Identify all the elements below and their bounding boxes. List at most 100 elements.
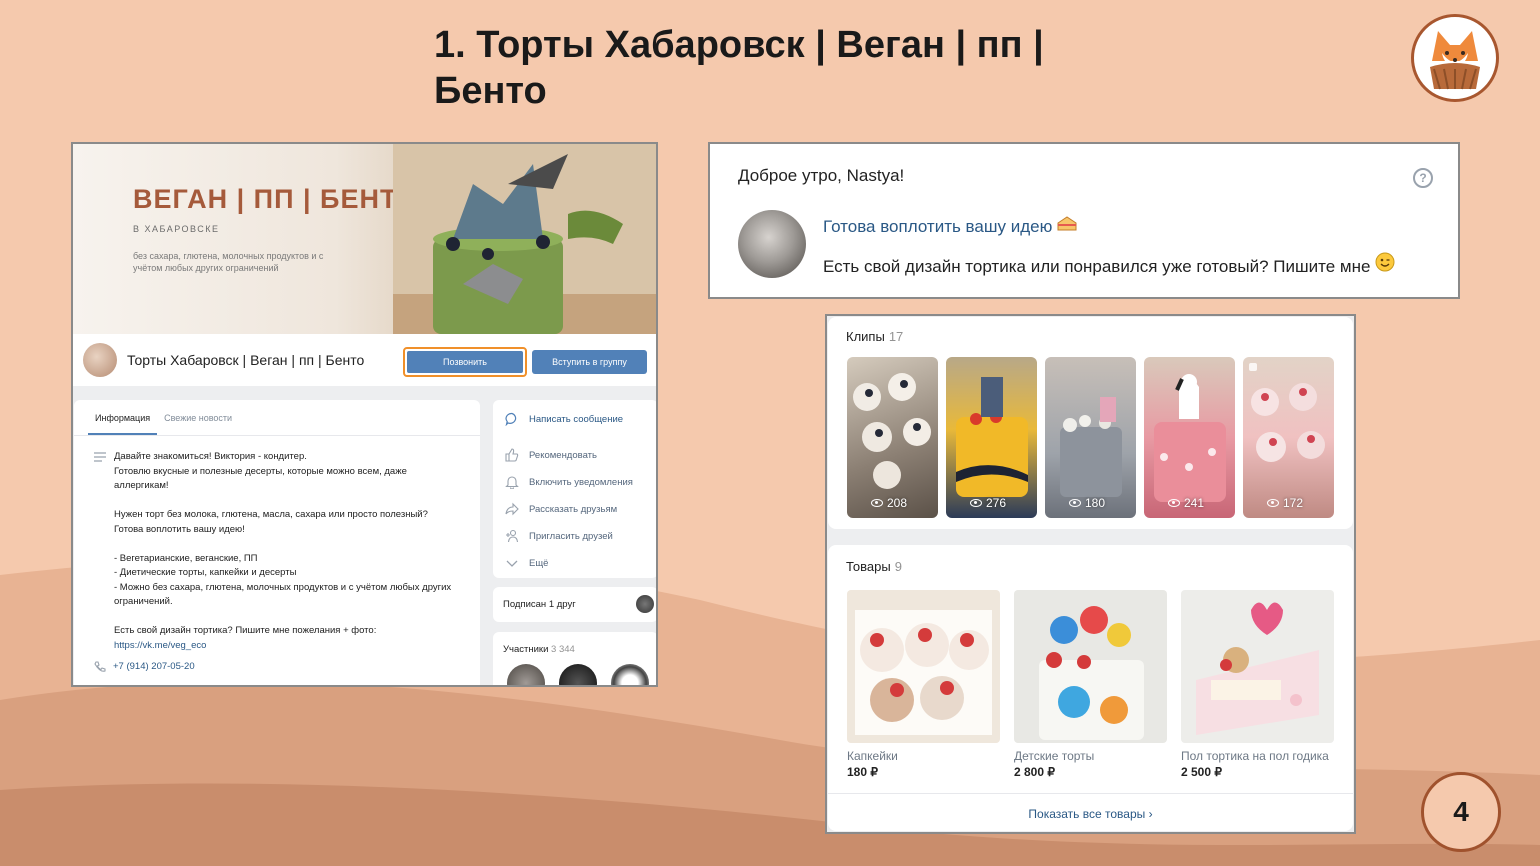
product-price: 2 800 ₽ — [1014, 765, 1055, 779]
send-message-label: Написать сообщение — [529, 413, 624, 425]
group-header: Торты Хабаровск | Веган | пп | Бенто Поз… — [73, 334, 656, 386]
members-card[interactable]: Участники 3 344 — [493, 632, 656, 685]
call-button-label: Позвонить — [407, 351, 523, 373]
thumbs-up-icon — [505, 448, 519, 462]
members-label: Участники — [503, 644, 549, 655]
goods-section: Товары 9 Капкейки 180 ₽ Детские торты 2 8… — [828, 545, 1353, 831]
product-image — [1014, 590, 1167, 743]
group-cover: ВЕГАН | ПП | БЕНТО В ХАБАРОВСКЕ без саха… — [73, 144, 656, 334]
slide-title: 1. Торты Хабаровск | Веган | пп | Бенто — [434, 24, 1044, 112]
more-action[interactable]: Ещё — [505, 556, 548, 570]
page-number: 4 — [1421, 772, 1501, 852]
post-title-text: Готова воплотить вашу идею — [823, 217, 1053, 236]
subscribed-text: Подписан 1 друг — [503, 599, 576, 610]
product-name: Детские торты — [1014, 749, 1095, 763]
vk-group-screenshot: ВЕГАН | ПП | БЕНТО В ХАБАРОВСКЕ без саха… — [71, 142, 658, 687]
clips-title[interactable]: Клипы 17 — [846, 329, 903, 344]
recommend-action[interactable]: Рекомендовать — [505, 448, 597, 462]
clip-item[interactable]: 241 — [1144, 357, 1235, 518]
more-label: Ещё — [529, 557, 549, 569]
clip-views: 180 — [1069, 496, 1105, 510]
send-message-action[interactable]: Написать сообщение — [505, 412, 623, 426]
tab-news[interactable]: Свежие новости — [157, 400, 239, 435]
product-price: 2 500 ₽ — [1181, 765, 1222, 779]
post-author-avatar[interactable] — [738, 210, 806, 278]
clips-title-text: Клипы — [846, 329, 885, 344]
cover-subtitle: В ХАБАРОВСКЕ — [133, 224, 220, 234]
share-icon — [505, 502, 519, 516]
fox-cupcake-logo — [1411, 14, 1499, 102]
clip-item[interactable]: 172 — [1243, 357, 1334, 518]
actions-card: Написать сообщение Рекомендовать Включит… — [493, 400, 656, 578]
eye-icon — [871, 499, 883, 507]
group-name[interactable]: Торты Хабаровск | Веган | пп | Бенто — [127, 352, 397, 368]
description-icon — [94, 452, 106, 462]
product-name: Пол тортика на пол годика — [1181, 749, 1329, 763]
clip-item[interactable]: 276 — [946, 357, 1037, 518]
share-label: Рассказать друзьям — [529, 503, 618, 515]
recommend-label: Рекомендовать — [529, 449, 597, 461]
help-icon[interactable]: ? — [1413, 168, 1433, 188]
clip-thumbnail — [956, 377, 1028, 497]
member-avatar[interactable] — [611, 664, 649, 685]
invite-label: Пригласить друзей — [529, 530, 613, 542]
post-body: Есть свой дизайн тортика или понравился … — [823, 257, 1371, 276]
tab-information[interactable]: Информация — [88, 400, 158, 435]
clip-thumbnail — [853, 373, 931, 489]
cover-description: без сахара, глютена, молочных продуктов … — [133, 251, 324, 273]
product-card[interactable]: Капкейки 180 ₽ — [847, 590, 1000, 779]
friend-avatar[interactable] — [636, 595, 654, 613]
description-link[interactable]: https://vk.me/veg_eco — [114, 640, 206, 651]
clip-item[interactable]: 180 — [1045, 357, 1136, 518]
call-button[interactable]: Позвонить — [403, 347, 527, 377]
wink-emoji-icon — [1375, 252, 1395, 272]
clip-views: 208 — [871, 496, 907, 510]
join-group-button[interactable]: Вступить в группу — [532, 350, 647, 374]
member-avatar[interactable] — [507, 664, 545, 685]
notifications-action[interactable]: Включить уведомления — [505, 475, 633, 489]
clip-thumbnail — [1154, 374, 1226, 502]
group-description: Давайте знакомиться! Виктория - кондитер… — [114, 450, 464, 653]
clip-thumbnail — [1249, 363, 1325, 462]
goods-title[interactable]: Товары 9 — [846, 559, 902, 574]
product-image — [1181, 590, 1334, 743]
cover-cake-image — [393, 144, 656, 334]
greeting-screenshot: Доброе утро, Nastya! ? Готова воплотить … — [708, 142, 1460, 299]
show-all-goods-link[interactable]: Показать все товары › — [828, 793, 1353, 821]
goods-count: 9 — [894, 559, 902, 574]
phone-icon — [94, 661, 106, 672]
product-price: 180 ₽ — [847, 765, 878, 779]
product-card[interactable]: Пол тортика на пол годика 2 500 ₽ — [1181, 590, 1334, 779]
info-card: Информация Свежие новости Давайте знаком… — [74, 400, 480, 685]
eye-icon — [1267, 499, 1279, 507]
add-user-icon — [506, 529, 519, 543]
message-icon — [505, 412, 517, 426]
cake-emoji-icon — [1057, 216, 1077, 231]
member-avatar[interactable] — [559, 664, 597, 685]
eye-icon — [1069, 499, 1081, 507]
clip-thumbnail — [1060, 397, 1122, 497]
clip-views: 276 — [970, 496, 1006, 510]
subscribed-friends[interactable]: Подписан 1 друг — [493, 587, 656, 622]
clips-section: Клипы 17 208 276 180 241 172 — [828, 317, 1353, 529]
chevron-down-icon — [506, 560, 518, 567]
fox-icon — [1430, 31, 1480, 90]
cover-title: ВЕГАН | ПП | БЕНТО — [133, 184, 419, 214]
clip-views-count: 172 — [1283, 496, 1304, 510]
clip-views-count: 241 — [1184, 496, 1205, 510]
clip-views: 241 — [1168, 496, 1204, 510]
clip-views-count: 180 — [1085, 496, 1106, 510]
product-card[interactable]: Детские торты 2 800 ₽ — [1014, 590, 1167, 779]
group-avatar[interactable] — [83, 343, 117, 377]
invite-action[interactable]: Пригласить друзей — [505, 529, 613, 543]
post-title-link[interactable]: Готова воплотить вашу идею — [823, 214, 1077, 237]
share-action[interactable]: Рассказать друзьям — [505, 502, 617, 516]
product-image — [847, 590, 1000, 743]
notifications-label: Включить уведомления — [529, 476, 633, 488]
product-name: Капкейки — [847, 749, 898, 763]
phone-number[interactable]: +7 (914) 207-05-20 — [113, 661, 195, 672]
clip-item[interactable]: 208 — [847, 357, 938, 518]
info-tabs: Информация Свежие новости — [74, 400, 480, 436]
greeting-text: Доброе утро, Nastya! — [738, 166, 905, 185]
clips-count: 17 — [888, 329, 904, 344]
